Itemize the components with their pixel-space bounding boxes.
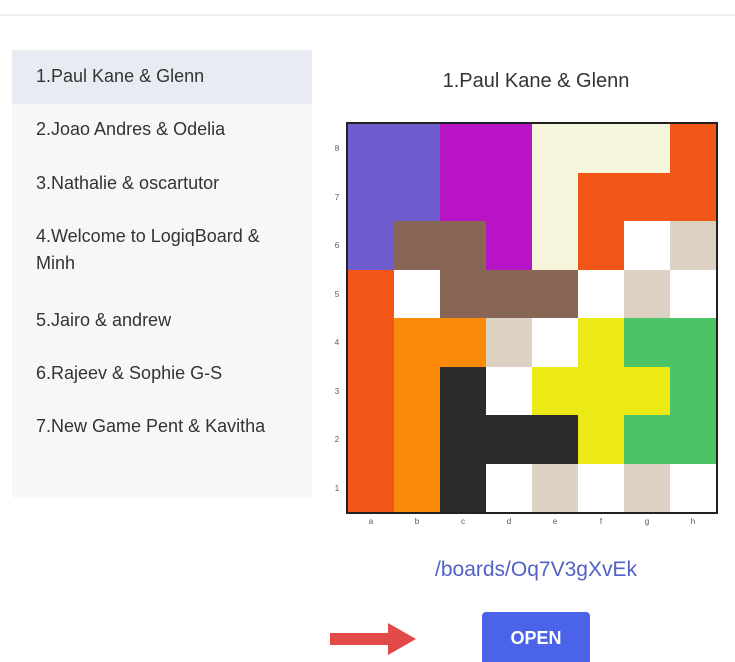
board-cell-a4[interactable] [348,318,394,367]
board-cell-a7[interactable] [348,172,394,221]
board-cell-g8[interactable] [624,124,670,173]
rank-label: 6 [334,241,340,250]
board-cell-g6[interactable] [624,221,670,270]
board-cell-e6[interactable] [532,221,578,270]
open-button[interactable]: OPEN [482,612,590,662]
board-cell-f4[interactable] [578,318,624,367]
board-cell-b1[interactable] [394,463,440,512]
file-label: b [414,517,420,526]
file-label: d [506,517,512,526]
board [346,122,718,514]
file-labels: a b c d e f g h [348,517,716,529]
board-cell-h7[interactable] [670,172,716,221]
board-cell-g7[interactable] [624,172,670,221]
board-cell-f3[interactable] [578,366,624,415]
game-item-1[interactable]: 1.Paul Kane & Glenn [12,50,312,104]
board-cell-d2[interactable] [486,415,532,464]
rank-label: 3 [334,386,340,396]
board-cell-g5[interactable] [624,269,670,318]
board-cell-a2[interactable] [348,415,394,464]
board-cell-e8[interactable] [532,124,578,173]
game-item-4[interactable]: 4.Welcome to LogiqBoard & Minh [12,223,312,277]
game-item-6[interactable]: 6.Rajeev & Sophie G-S [12,360,312,387]
board-grid [348,124,716,512]
board-cell-e5[interactable] [532,269,578,318]
file-label: a [368,517,374,526]
board-cell-g2[interactable] [624,415,670,464]
board-cell-b6[interactable] [394,221,440,270]
board-cell-h1[interactable] [670,463,716,512]
board-cell-a6[interactable] [348,221,394,270]
board-cell-f5[interactable] [578,269,624,318]
board-cell-a5[interactable] [348,269,394,318]
board-link[interactable]: /boards/Oq7V3gXvEk [346,558,726,582]
arrow-right-icon [330,623,416,655]
board-cell-h5[interactable] [670,269,716,318]
file-label: c [461,517,465,526]
rank-labels: 8 7 6 5 4 3 2 1 [330,122,344,514]
board-cell-d3[interactable] [486,366,532,415]
game-item-5[interactable]: 5.Jairo & andrew [12,307,312,334]
rank-label: 5 [334,289,340,299]
board-cell-e7[interactable] [532,172,578,221]
board-cell-d7[interactable] [486,172,532,221]
board-cell-b8[interactable] [394,124,440,173]
board-cell-d1[interactable] [486,463,532,512]
board-cell-d5[interactable] [486,269,532,318]
rank-label: 7 [334,192,340,202]
board-cell-h4[interactable] [670,318,716,367]
game-list: 1.Paul Kane & Glenn 2.Joao Andres & Odel… [12,50,312,498]
rank-label: 1 [334,483,340,493]
board-cell-h2[interactable] [670,415,716,464]
board-cell-f8[interactable] [578,124,624,173]
board-cell-a1[interactable] [348,463,394,512]
board-cell-e4[interactable] [532,318,578,367]
board-cell-h6[interactable] [670,221,716,270]
board-cell-g4[interactable] [624,318,670,367]
file-label: g [644,517,650,526]
board-title: 1.Paul Kane & Glenn [442,70,630,92]
board-cell-a8[interactable] [348,124,394,173]
board-cell-b4[interactable] [394,318,440,367]
rank-label: 4 [334,338,340,347]
board-cell-b5[interactable] [394,269,440,318]
board-cell-b3[interactable] [394,366,440,415]
board-cell-f6[interactable] [578,221,624,270]
board-cell-b7[interactable] [394,172,440,221]
game-item-3[interactable]: 3.Nathalie & oscartutor [12,170,312,197]
board-cell-g3[interactable] [624,366,670,415]
board-cell-f1[interactable] [578,463,624,512]
file-label: e [552,517,558,526]
board-cell-c3[interactable] [440,366,486,415]
board-cell-d6[interactable] [486,221,532,270]
board-cell-c6[interactable] [440,221,486,270]
rank-label: 8 [334,144,340,153]
file-label: h [690,517,696,526]
rank-label: 2 [334,435,340,444]
board-cell-c2[interactable] [440,415,486,464]
board-cell-b2[interactable] [394,415,440,464]
board-cell-a3[interactable] [348,366,394,415]
board-cell-c8[interactable] [440,124,486,173]
board-cell-e3[interactable] [532,366,578,415]
board-cell-c4[interactable] [440,318,486,367]
top-divider [0,14,735,16]
board-cell-g1[interactable] [624,463,670,512]
board-cell-c7[interactable] [440,172,486,221]
board-cell-h8[interactable] [670,124,716,173]
board-cell-f2[interactable] [578,415,624,464]
board-cell-f7[interactable] [578,172,624,221]
board-cell-c1[interactable] [440,463,486,512]
game-item-7[interactable]: 7.New Game Pent & Kavitha [12,413,312,440]
board-cell-d4[interactable] [486,318,532,367]
board-cell-e1[interactable] [532,463,578,512]
file-label: f [599,517,603,526]
board-cell-c5[interactable] [440,269,486,318]
board-cell-e2[interactable] [532,415,578,464]
board-cell-h3[interactable] [670,366,716,415]
board-cell-d8[interactable] [486,124,532,173]
game-item-2[interactable]: 2.Joao Andres & Odelia [12,116,312,143]
